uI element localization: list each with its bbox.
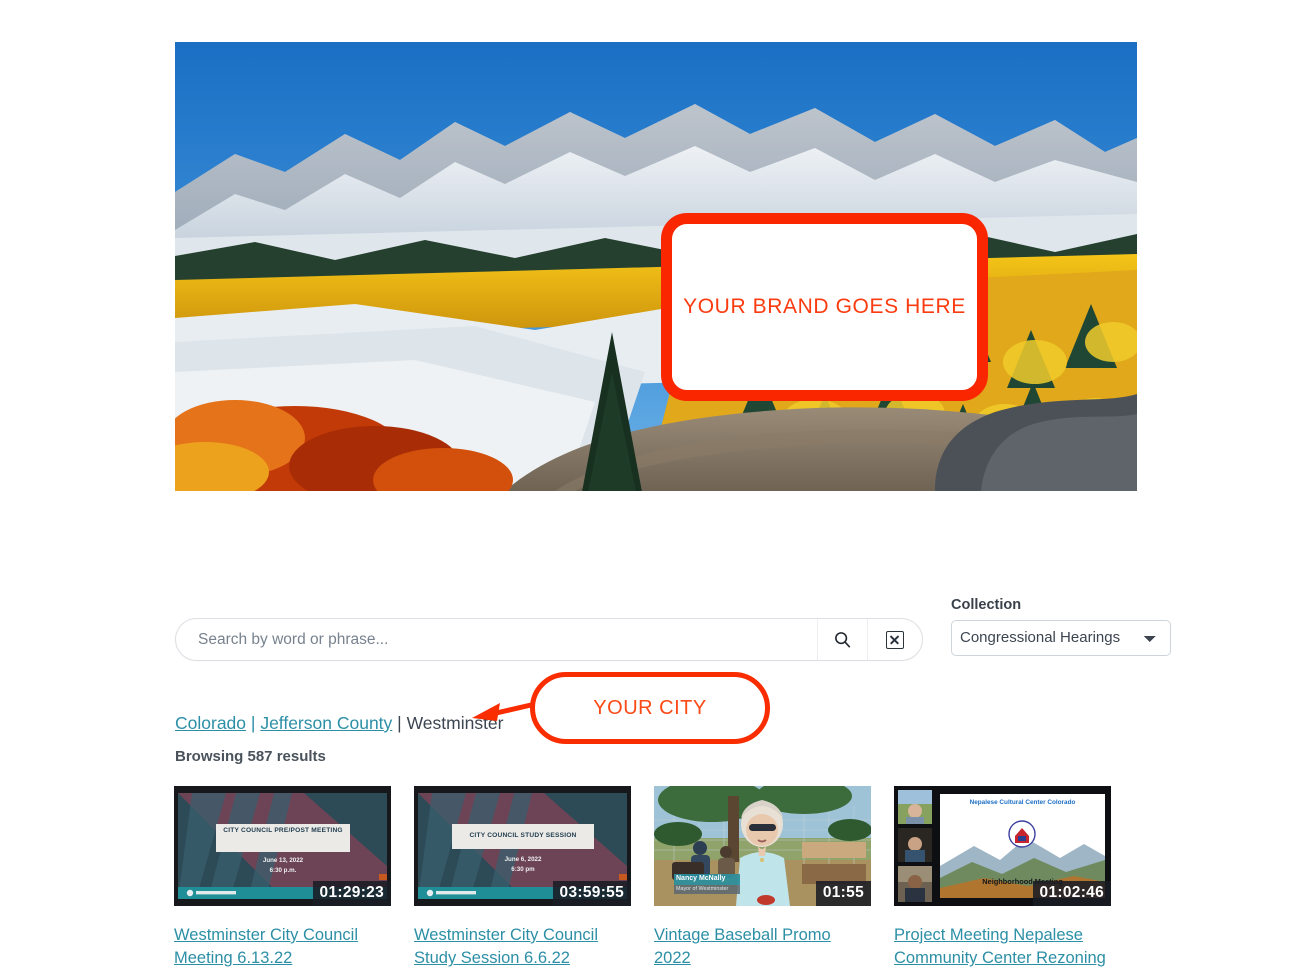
thumbnail-slide-heading: CITY COUNCIL STUDY SESSION [469, 832, 577, 839]
hero-banner: YOUR BRAND GOES HERE [175, 42, 1137, 491]
thumbnail-slide-time: 6:30 pm [511, 866, 535, 873]
result-title-link[interactable]: Westminster City Council Meeting 6.13.22 [174, 924, 391, 971]
city-callout-text: YOUR CITY [593, 696, 707, 719]
breadcrumb-separator-1: | [246, 713, 261, 733]
search-input[interactable] [176, 619, 817, 660]
video-thumbnail[interactable]: Nepalese Cultural Center Colorado Neighb… [894, 786, 1111, 906]
breadcrumb-county-link[interactable]: Jefferson County [260, 713, 392, 733]
breadcrumb: Colorado | Jefferson County | Westminste… [175, 712, 504, 735]
clear-search-button[interactable] [868, 619, 922, 660]
hero-image [175, 42, 1137, 491]
lower-third-name: Nancy McNally [676, 875, 726, 882]
brand-placeholder-callout: YOUR BRAND GOES HERE [661, 213, 988, 401]
thumbnail-slide-time: 6:30 p.m. [269, 867, 297, 874]
result-card[interactable]: CITY COUNCIL STUDY SESSION June 6, 2022 … [414, 786, 631, 976]
result-card[interactable]: CITY COUNCIL PRE/POST MEETING June 13, 2… [174, 786, 391, 976]
collection-label: Collection [951, 597, 1022, 613]
thumbnail-slide-heading: CITY COUNCIL PRE/POST MEETING [223, 827, 343, 834]
video-duration-badge: 01:29:23 [312, 881, 391, 906]
results-summary: Browsing 587 results [175, 748, 326, 765]
result-card[interactable]: Nancy McNally Mayor of Westminster 01:55… [654, 786, 871, 976]
thumbnail-slide-date: June 6, 2022 [504, 856, 542, 863]
thumbnail-slide-date: June 13, 2022 [262, 857, 304, 864]
video-duration-badge: 01:02:46 [1032, 881, 1111, 906]
city-callout: YOUR CITY [530, 672, 770, 744]
result-card[interactable]: Nepalese Cultural Center Colorado Neighb… [894, 786, 1111, 976]
search-pill [175, 618, 923, 661]
brand-placeholder-text: YOUR BRAND GOES HERE [683, 295, 966, 318]
video-thumbnail[interactable]: CITY COUNCIL PRE/POST MEETING June 13, 2… [174, 786, 391, 906]
page-root: YOUR BRAND GOES HERE Collection Congress… [0, 0, 1302, 976]
results-grid: CITY COUNCIL PRE/POST MEETING June 13, 2… [174, 786, 1134, 976]
video-thumbnail[interactable]: CITY COUNCIL STUDY SESSION June 6, 2022 … [414, 786, 631, 906]
video-thumbnail[interactable]: Nancy McNally Mayor of Westminster 01:55 [654, 786, 871, 906]
search-bar [175, 618, 923, 661]
clear-x-icon [886, 630, 904, 649]
breadcrumb-separator-2: | [392, 713, 407, 733]
result-title-link[interactable]: Project Meeting Nepalese Community Cente… [894, 924, 1111, 971]
result-title-link[interactable]: Vintage Baseball Promo 2022 [654, 924, 871, 971]
video-duration-badge: 01:55 [815, 881, 871, 906]
video-duration-badge: 03:59:55 [552, 881, 631, 906]
thumbnail-slide-heading: Nepalese Cultural Center Colorado [969, 799, 1076, 806]
search-icon [835, 632, 851, 648]
search-submit-button[interactable] [818, 619, 867, 660]
result-title-link[interactable]: Westminster City Council Study Session 6… [414, 924, 631, 971]
collection-filter: Collection Congressional Hearings [951, 598, 1171, 656]
lower-third-role: Mayor of Westminster [676, 886, 729, 892]
breadcrumb-state-link[interactable]: Colorado [175, 713, 246, 733]
collection-select[interactable]: Congressional Hearings [951, 619, 1171, 656]
